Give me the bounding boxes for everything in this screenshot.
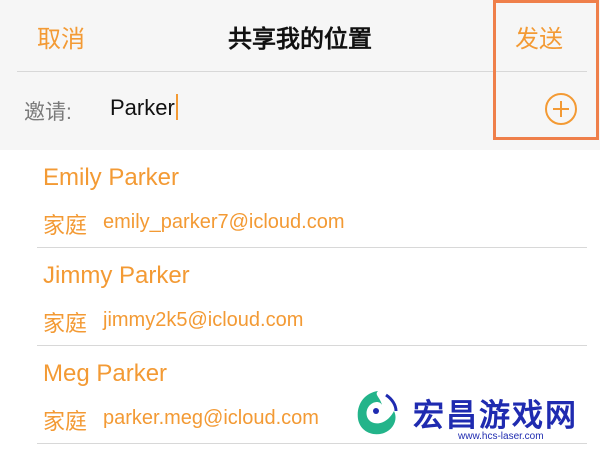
navigation-bar: 取消 共享我的位置 发送 (0, 0, 600, 72)
invite-input-value: Parker (110, 95, 175, 120)
plus-circle-icon[interactable] (545, 93, 577, 125)
contact-tag: 家庭 (43, 213, 88, 238)
contact-email: jimmy2k5@icloud.com (103, 309, 304, 331)
watermark: 宏昌游戏网 www.hcs-laser.com (350, 385, 600, 450)
dragon-logo-icon (357, 391, 398, 435)
text-caret (175, 94, 178, 120)
contact-name: Emily Parker (43, 164, 180, 191)
invite-row: 邀请: Parker (0, 72, 600, 150)
send-button[interactable]: 发送 (515, 19, 563, 54)
invite-input[interactable]: Parker (110, 94, 470, 122)
contact-tag: 家庭 (43, 409, 88, 434)
contact-tag: 家庭 (43, 311, 88, 336)
contact-email: emily_parker7@icloud.com (103, 211, 345, 233)
contact-name: Meg Parker (43, 360, 168, 387)
watermark-url: www.hcs-laser.com (458, 431, 544, 442)
contact-row[interactable]: Emily Parker 家庭 emily_parker7@icloud.com (0, 150, 600, 248)
page-title: 共享我的位置 (228, 26, 372, 53)
top-bar: 取消 共享我的位置 发送 邀请: Parker (0, 0, 600, 150)
contact-name: Jimmy Parker (43, 262, 190, 289)
contact-email: parker.meg@icloud.com (103, 407, 319, 429)
watermark-brand: 宏昌游戏网 (413, 398, 578, 433)
invite-label: 邀请: (24, 101, 72, 124)
contact-row[interactable]: Jimmy Parker 家庭 jimmy2k5@icloud.com (0, 248, 600, 346)
